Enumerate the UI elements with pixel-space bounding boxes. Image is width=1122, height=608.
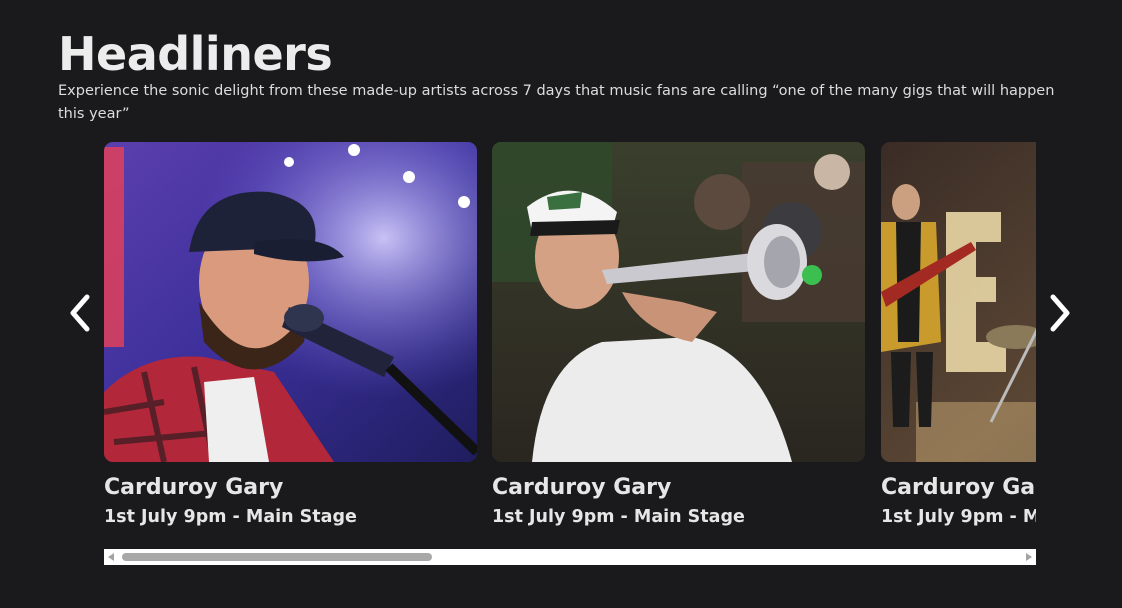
trumpet-player-photo (492, 142, 865, 462)
chevron-right-icon (1050, 294, 1070, 332)
artist-name: Carduroy Gary (492, 475, 672, 500)
scrollbar-thumb[interactable] (122, 553, 432, 561)
headliners-section: Headliners Experience the sonic delight … (0, 0, 1122, 608)
artist-photo[interactable] (104, 142, 477, 462)
artist-schedule: 1st July 9pm - Main Stage (492, 507, 745, 527)
section-title: Headliners (58, 27, 333, 81)
artist-card[interactable]: Carduroy Gary 1st July 9pm - Main Stage (881, 142, 1036, 529)
carousel-scrollbar[interactable] (104, 549, 1036, 565)
scroll-left-button[interactable] (104, 549, 118, 565)
guitarist-on-stage-photo (881, 142, 1036, 462)
artist-schedule: 1st July 9pm - Main Stage (881, 507, 1036, 527)
artist-schedule: 1st July 9pm - Main Stage (104, 507, 357, 527)
singer-with-microphone-photo (104, 142, 477, 462)
triangle-left-icon (108, 553, 114, 561)
carousel-prev-button[interactable] (60, 290, 100, 336)
carousel-next-button[interactable] (1040, 290, 1080, 336)
scroll-right-button[interactable] (1022, 549, 1036, 565)
artist-card[interactable]: Carduroy Gary 1st July 9pm - Main Stage (492, 142, 865, 529)
triangle-right-icon (1026, 553, 1032, 561)
artist-photo[interactable] (881, 142, 1036, 462)
chevron-left-icon (70, 294, 90, 332)
artist-photo[interactable] (492, 142, 865, 462)
artist-name: Carduroy Gary (881, 475, 1036, 500)
artist-card[interactable]: Carduroy Gary 1st July 9pm - Main Stage (104, 142, 477, 529)
section-subtitle: Experience the sonic delight from these … (58, 83, 1055, 122)
artist-name: Carduroy Gary (104, 475, 284, 500)
carousel-track[interactable]: Carduroy Gary 1st July 9pm - Main Stage (104, 142, 1036, 542)
